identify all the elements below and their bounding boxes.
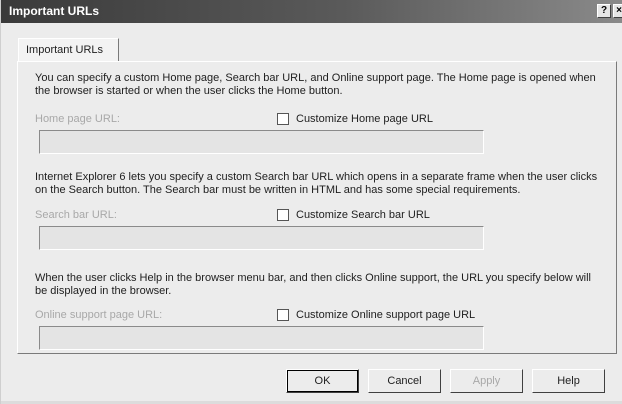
- customize-home-label[interactable]: Customize Home page URL: [296, 113, 433, 125]
- customize-support-checkbox[interactable]: [277, 309, 289, 321]
- tab-important-urls[interactable]: Important URLs: [18, 38, 119, 62]
- help-icon[interactable]: ?: [597, 4, 611, 18]
- search-bar-url-label: Search bar URL:: [35, 209, 117, 221]
- online-support-url-field[interactable]: [39, 326, 484, 350]
- cancel-button[interactable]: Cancel: [368, 369, 441, 393]
- apply-button[interactable]: Apply: [450, 369, 523, 393]
- customize-search-checkbox[interactable]: [277, 209, 289, 221]
- home-description: You can specify a custom Home page, Sear…: [35, 72, 596, 97]
- title-bar: Important URLs ? ×: [1, 0, 622, 23]
- customize-support-label[interactable]: Customize Online support page URL: [296, 309, 475, 321]
- help-button[interactable]: Help: [532, 369, 605, 393]
- home-page-url-field[interactable]: [39, 130, 484, 154]
- support-description: When the user clicks Help in the browser…: [35, 272, 591, 297]
- online-support-url-label: Online support page URL:: [35, 309, 163, 321]
- close-icon[interactable]: ×: [613, 4, 622, 18]
- window-title: Important URLs: [9, 4, 99, 18]
- important-urls-dialog: Important URLs ? × Important URLs You ca…: [0, 0, 622, 404]
- customize-home-checkbox[interactable]: [277, 113, 289, 125]
- search-bar-url-field[interactable]: [39, 226, 484, 250]
- tab-label: Important URLs: [26, 44, 104, 56]
- ok-button[interactable]: OK: [286, 369, 359, 393]
- search-description: Internet Explorer 6 lets you specify a c…: [35, 171, 598, 196]
- home-page-url-label: Home page URL:: [35, 113, 120, 125]
- customize-search-label[interactable]: Customize Search bar URL: [296, 209, 430, 221]
